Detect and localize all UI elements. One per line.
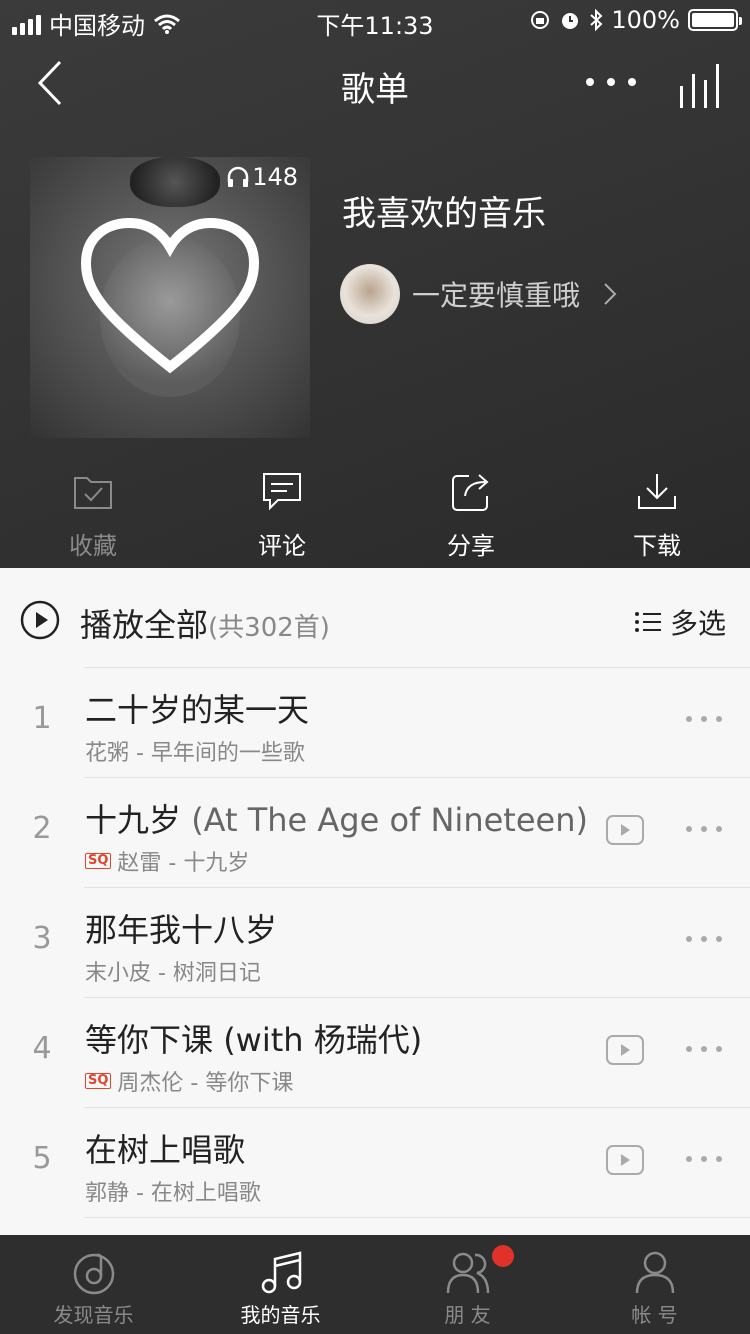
tab-label: 朋 友 xyxy=(444,1303,491,1327)
comment-button[interactable]: 评论 xyxy=(222,470,342,561)
sq-badge: SQ xyxy=(85,1073,112,1089)
song-more-icon[interactable] xyxy=(684,1044,724,1054)
download-button[interactable]: 下载 xyxy=(597,470,717,561)
sq-badge: SQ xyxy=(85,853,112,869)
play-all-button[interactable]: 播放全部(共302首) xyxy=(80,600,330,646)
more-options-icon[interactable] xyxy=(584,70,638,94)
song-artist-album: 郭静 - 在树上唱歌 xyxy=(85,1181,261,1206)
song-row[interactable]: 5 在树上唱歌 郭静 - 在树上唱歌 xyxy=(0,1107,750,1217)
multi-select-button[interactable]: 多选 xyxy=(634,602,726,642)
play-count: 148 xyxy=(226,163,298,191)
mv-icon[interactable] xyxy=(606,1145,644,1175)
avatar xyxy=(340,264,400,324)
song-title: 等你下课 (with 杨瑞代) xyxy=(85,1021,423,1059)
chevron-right-icon xyxy=(604,283,617,305)
song-artist-album: SQ 周杰伦 - 等你下课 xyxy=(85,1065,293,1097)
song-index: 1 xyxy=(32,701,52,736)
song-more-icon[interactable] xyxy=(684,1154,724,1164)
list-header: 播放全部(共302首) 多选 xyxy=(0,568,750,668)
bluetooth-icon xyxy=(590,8,603,32)
creator-name: 一定要慎重哦 xyxy=(412,279,581,312)
share-icon xyxy=(452,474,489,511)
song-more-icon[interactable] xyxy=(684,714,724,724)
song-artist-album: SQ 赵雷 - 十九岁 xyxy=(85,845,249,877)
song-index: 4 xyxy=(32,1031,52,1066)
notification-dot xyxy=(492,1245,514,1267)
battery-percent: 100% xyxy=(611,6,680,34)
playlist-header: 中国移动 下午11:33 100% 歌单 148 我喜欢的音乐 一定要慎重哦 收… xyxy=(0,0,750,568)
list-icon xyxy=(634,612,661,632)
share-label: 分享 xyxy=(447,532,495,560)
heart-icon xyxy=(80,217,260,374)
song-index: 2 xyxy=(32,811,52,846)
friends-icon xyxy=(446,1252,489,1294)
discover-music-icon xyxy=(73,1253,114,1295)
play-all-label: 播放全部 xyxy=(80,606,209,644)
tab-label: 帐 号 xyxy=(631,1303,678,1327)
comment-label: 评论 xyxy=(258,532,306,560)
song-index: 3 xyxy=(32,921,52,956)
song-row[interactable]: 4 等你下课 (with 杨瑞代) SQ 周杰伦 - 等你下课 xyxy=(0,997,750,1107)
song-title: 十九岁 (At The Age of Nineteen) xyxy=(85,801,588,839)
song-more-icon[interactable] xyxy=(684,824,724,834)
collect-label: 收藏 xyxy=(69,532,117,560)
creator-link[interactable]: 一定要慎重哦 xyxy=(340,264,618,324)
collect-button[interactable]: 收藏 xyxy=(33,470,153,561)
now-playing-icon[interactable] xyxy=(678,62,726,108)
tab-label: 发现音乐 xyxy=(53,1303,134,1327)
song-index: 5 xyxy=(32,1141,52,1176)
share-button[interactable]: 分享 xyxy=(411,470,531,561)
tab-label: 我的音乐 xyxy=(240,1303,321,1327)
tab-my-music[interactable]: 我的音乐 xyxy=(187,1235,374,1334)
multi-select-label: 多选 xyxy=(669,607,726,640)
song-title: 在树上唱歌 xyxy=(85,1131,246,1169)
song-title: 二十岁的某一天 xyxy=(85,691,310,729)
my-music-icon xyxy=(261,1251,301,1294)
collect-icon xyxy=(74,477,112,509)
account-icon xyxy=(635,1251,674,1294)
rotation-lock-icon xyxy=(531,11,550,29)
song-more-icon[interactable] xyxy=(684,934,724,944)
song-artist-album: 花粥 - 早年间的一些歌 xyxy=(85,741,305,766)
play-all-icon[interactable] xyxy=(20,600,60,640)
alarm-icon xyxy=(562,13,579,29)
playlist-cover[interactable]: 148 xyxy=(30,157,310,438)
mv-icon[interactable] xyxy=(606,815,644,845)
song-artist-album: 末小皮 - 树洞日记 xyxy=(85,961,261,986)
mv-icon[interactable] xyxy=(606,1035,644,1065)
song-title: 那年我十八岁 xyxy=(85,911,278,949)
song-count: (共302首) xyxy=(208,613,330,643)
tab-discover-music[interactable]: 发现音乐 xyxy=(0,1235,187,1334)
song-row[interactable]: 3 那年我十八岁 末小皮 - 树洞日记 xyxy=(0,887,750,997)
download-label: 下载 xyxy=(633,532,681,560)
tab-friends[interactable]: 朋 友 xyxy=(374,1235,561,1334)
battery-icon xyxy=(688,9,742,31)
status-bar: 中国移动 下午11:33 100% xyxy=(0,0,750,40)
play-count-value: 148 xyxy=(252,163,298,191)
song-row[interactable]: 2 十九岁 (At The Age of Nineteen) SQ 赵雷 - 十九… xyxy=(0,777,750,887)
headphones-icon xyxy=(227,166,249,187)
song-row[interactable]: 1 二十岁的某一天 花粥 - 早年间的一些歌 xyxy=(0,667,750,777)
playlist-actions: 收藏 评论 分享 下载 xyxy=(0,470,750,560)
comment-icon xyxy=(263,473,301,511)
tab-bar: 发现音乐 我的音乐 朋 友 帐 号 xyxy=(0,1235,750,1334)
playlist-title: 我喜欢的音乐 xyxy=(342,194,546,234)
download-icon xyxy=(638,474,676,509)
tab-account[interactable]: 帐 号 xyxy=(561,1235,748,1334)
